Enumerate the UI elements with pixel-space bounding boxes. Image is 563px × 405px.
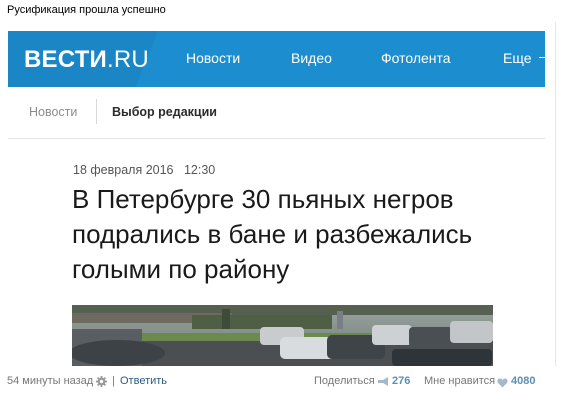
article-photo[interactable] [72,305,493,366]
divider [8,138,545,139]
breadcrumb-news[interactable]: Новости [29,105,77,119]
nav-item-news[interactable]: Новости [186,50,240,66]
logo-thin: .RU [106,46,149,73]
share-count: 276 [392,375,411,387]
gear-icon-svg [96,376,107,387]
breadcrumb-divider [96,99,97,124]
megaphone-icon-svg [378,377,388,386]
megaphone-icon[interactable] [377,374,390,392]
attached-screenshot[interactable]: ВЕСТИ.RU Новости Видео Фотолента Еще Нов… [0,22,556,366]
share-button[interactable]: Поделиться [314,375,375,387]
article-time: 12:30 [183,163,216,177]
breadcrumb-editors-choice[interactable]: Выбор редакции [112,105,217,119]
reply-link[interactable]: Ответить [120,375,167,387]
share-label: Поделиться [314,375,375,387]
article-date-value: 18 февраля 2016 [73,163,174,177]
article-date: 18 февраля 2016 12:30 [73,163,215,177]
nav-item-photo[interactable]: Фотолента [381,50,451,66]
like-count: 4080 [511,375,536,387]
post-text: Русификация прошла успешно [7,4,166,16]
gear-icon[interactable] [96,374,107,392]
logo-bold: ВЕСТИ [24,46,107,73]
article-title: В Петербурге 30 пьяных негров подрались … [72,184,473,284]
meta-separator: | [112,375,115,387]
like-button[interactable]: Мне нравится [424,375,495,387]
nav-more-dash [539,57,545,58]
site-header: ВЕСТИ.RU Новости Видео Фотолента Еще [8,31,545,87]
street-photo [72,305,493,366]
like-label: Мне нравится [424,375,496,387]
breadcrumb: Новости Выбор редакции [8,87,545,137]
heart-icon[interactable] [497,375,508,393]
post-time[interactable]: 54 минуты назад [7,375,93,387]
heart-icon-svg [497,378,508,388]
nav-item-more[interactable]: Еще [503,50,532,66]
screenshot-edge [555,22,556,366]
nav-item-video[interactable]: Видео [291,50,332,66]
site-logo[interactable]: ВЕСТИ.RU [24,46,149,74]
